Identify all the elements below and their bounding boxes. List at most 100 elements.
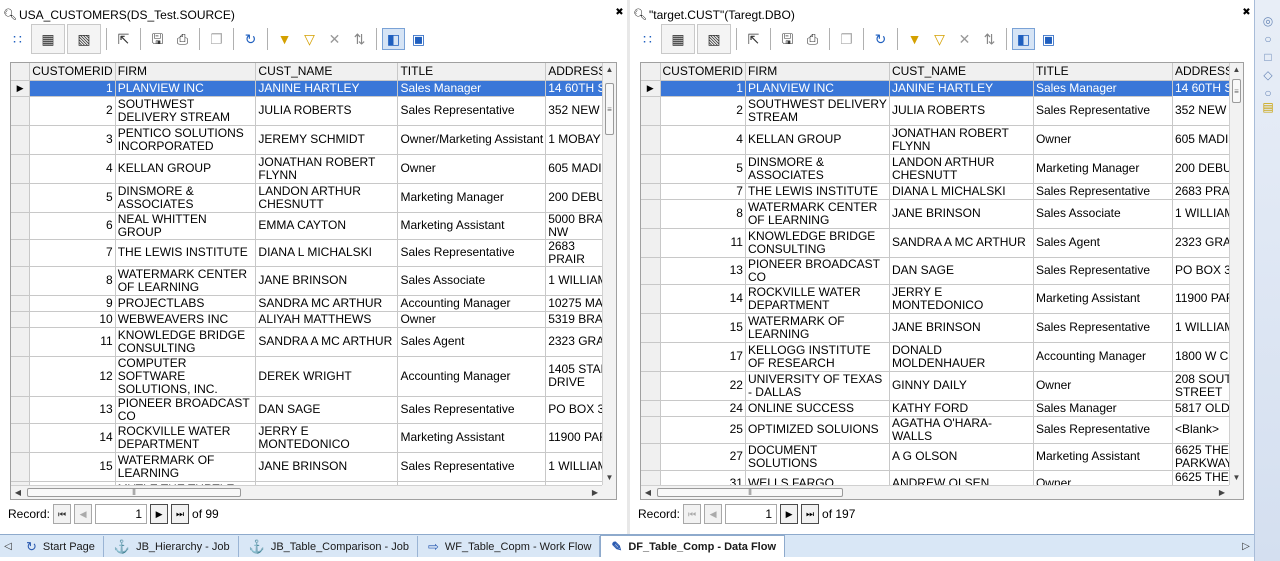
cell-title[interactable]: Accounting Manager xyxy=(1033,342,1173,372)
table-row[interactable]: 4 KELLAN GROUP JONATHAN ROBERT FLYNN Owner 6… xyxy=(641,125,1243,155)
table-row[interactable]: 9 PROJECTLABS SANDRA MC ARTHUR Accounting M… xyxy=(11,295,616,312)
cell-firm[interactable]: PLANVIEW INC xyxy=(745,80,890,97)
scroll-up-icon[interactable]: ▲ xyxy=(603,63,616,77)
cell-title[interactable]: Marketing Manager xyxy=(1033,154,1173,184)
dock-item-icon[interactable]: ○ xyxy=(1261,86,1275,100)
cell-customerid[interactable]: 13 xyxy=(660,257,746,285)
cell-firm[interactable]: DOCUMENT SOLUTIONS xyxy=(745,443,890,471)
cell-title[interactable]: Marketing Assistant xyxy=(1033,284,1173,314)
row-indicator[interactable] xyxy=(11,423,31,453)
data-grid[interactable]: CUSTOMERID FIRM CUST_NAME TITLE ADDRESS … xyxy=(10,62,617,500)
cell-customerid[interactable]: 1 xyxy=(29,80,116,97)
cell-cust-name[interactable]: JANE BRINSON xyxy=(889,199,1034,229)
row-indicator[interactable] xyxy=(641,125,661,155)
record-number-input[interactable]: 1 xyxy=(95,504,148,524)
previous-record-button[interactable]: ◀ xyxy=(74,504,93,524)
cell-title[interactable]: Sales Agent xyxy=(1033,228,1173,258)
cell-firm[interactable]: KNOWLEDGE BRIDGE CONSULTING xyxy=(115,327,257,357)
cell-firm[interactable]: SOUTHWEST DELIVERY STREAM xyxy=(115,96,257,126)
cell-firm[interactable]: KNOWLEDGE BRIDGE CONSULTING xyxy=(745,228,890,258)
cell-firm[interactable]: COMPUTER SOFTWARE SOLUTIONS, INC. xyxy=(115,356,257,397)
cell-customerid[interactable]: 4 xyxy=(660,125,746,155)
row-indicator[interactable] xyxy=(641,400,661,417)
scroll-down-icon[interactable]: ▼ xyxy=(1230,471,1243,485)
cell-title[interactable]: Sales Representative xyxy=(1033,183,1173,200)
scroll-right-icon[interactable]: ▶ xyxy=(588,486,602,499)
table-row[interactable]: 2 SOUTHWEST DELIVERY STREAM JULIA ROBERTS S… xyxy=(11,96,616,126)
table-row[interactable]: 5 DINSMORE & ASSOCIATES LANDON ARTHUR CHES… xyxy=(11,183,616,213)
first-record-button[interactable]: ⏮︎ xyxy=(53,504,72,524)
diff-icon[interactable]: ▣ xyxy=(1037,28,1060,50)
cell-cust-name[interactable]: LANDON ARTHUR CHESNUTT xyxy=(889,154,1034,184)
cell-customerid[interactable]: 15 xyxy=(660,313,746,343)
refresh-icon[interactable]: ↻ xyxy=(239,28,262,50)
cell-title[interactable]: Owner xyxy=(397,154,547,184)
column-header[interactable]: TITLE xyxy=(397,63,547,81)
cell-title[interactable]: Owner/Marketing Assistant xyxy=(397,125,547,155)
cell-customerid[interactable]: 27 xyxy=(660,443,746,471)
table-row[interactable]: 13 PIONEER BROADCAST CO DAN SAGE Sales Repr… xyxy=(11,396,616,424)
scroll-thumb[interactable]: ≡ xyxy=(1232,79,1241,103)
last-record-button[interactable]: ⏭︎ xyxy=(801,504,820,524)
cell-customerid[interactable]: 3 xyxy=(29,125,116,155)
tab-item[interactable]: ↻ Start Page xyxy=(16,536,104,557)
cell-firm[interactable]: WATERMARK OF LEARNING xyxy=(115,452,257,482)
cell-customerid[interactable]: 7 xyxy=(29,239,116,267)
table-row[interactable]: 7 THE LEWIS INSTITUTE DIANA L MICHALSKI Sal… xyxy=(11,239,616,267)
filter-add-icon[interactable]: ▽ xyxy=(928,28,951,50)
row-indicator[interactable] xyxy=(11,183,31,213)
tab-item[interactable]: ⚓ JB_Table_Comparison - Job xyxy=(239,536,418,557)
dock-item-icon[interactable]: ◇ xyxy=(1261,68,1275,82)
cell-firm[interactable]: KELLAN GROUP xyxy=(745,125,890,155)
cell-customerid[interactable]: 5 xyxy=(660,154,746,184)
cell-cust-name[interactable]: SANDRA A MC ARTHUR xyxy=(889,228,1034,258)
table-row[interactable]: ▶ 1 PLANVIEW INC JANINE HARTLEY Sales Manage… xyxy=(11,79,616,97)
cell-customerid[interactable]: 11 xyxy=(29,327,116,357)
row-indicator[interactable]: ▶ xyxy=(11,80,31,97)
copy-icon[interactable]: ❐ xyxy=(835,28,858,50)
cell-title[interactable]: Accounting Manager xyxy=(397,356,547,397)
cell-title[interactable]: Sales Representative xyxy=(397,396,547,424)
cell-title[interactable]: Sales Manager xyxy=(1033,80,1173,97)
tab-item[interactable]: ⇨ WF_Table_Copm - Work Flow xyxy=(418,536,601,557)
row-indicator[interactable] xyxy=(641,443,661,471)
cell-cust-name[interactable]: JERRY E MONTEDONICO xyxy=(255,423,399,453)
table-row[interactable]: 24 ONLINE SUCCESS KATHY FORD Sales Manager 5… xyxy=(641,400,1243,417)
cell-customerid[interactable]: 11 xyxy=(660,228,746,258)
cell-firm[interactable]: PIONEER BROADCAST CO xyxy=(745,257,890,285)
row-indicator[interactable] xyxy=(641,416,661,444)
row-indicator[interactable] xyxy=(11,396,31,424)
cell-cust-name[interactable]: DEREK WRIGHT xyxy=(255,356,399,397)
table-row[interactable]: 27 DOCUMENT SOLUTIONS A G OLSON Marketing A… xyxy=(641,443,1243,471)
cell-firm[interactable]: UNIVERSITY OF TEXAS - DALLAS xyxy=(745,371,890,401)
print-icon[interactable]: ⎙ xyxy=(801,28,824,50)
row-indicator[interactable] xyxy=(11,311,31,328)
print-icon[interactable]: ⎙ xyxy=(171,28,194,50)
table-view-button[interactable]: ▦ xyxy=(661,24,695,54)
cell-customerid[interactable]: 25 xyxy=(660,416,746,444)
cell-firm[interactable]: PIONEER BROADCAST CO xyxy=(115,396,257,424)
cell-title[interactable]: Sales Representative xyxy=(397,96,547,126)
table-row[interactable]: 2 SOUTHWEST DELIVERY STREAM JULIA ROBERTS S… xyxy=(641,96,1243,126)
record-number-input[interactable]: 1 xyxy=(725,504,778,524)
cell-customerid[interactable]: 5 xyxy=(29,183,116,213)
cell-customerid[interactable]: 24 xyxy=(660,400,746,417)
cell-title[interactable]: Marketing Assistant xyxy=(1033,443,1173,471)
cell-title[interactable]: Sales Representative xyxy=(1033,257,1173,285)
column-header[interactable]: CUST_NAME xyxy=(889,63,1034,81)
scroll-left-icon[interactable]: ◀ xyxy=(641,486,655,499)
cell-customerid[interactable]: 9 xyxy=(29,295,116,312)
row-indicator[interactable] xyxy=(641,228,661,258)
cell-customerid[interactable]: 2 xyxy=(660,96,746,126)
tab-item[interactable]: ⚓ JB_Hierarchy - Job xyxy=(104,536,239,557)
cell-customerid[interactable]: 8 xyxy=(29,266,116,296)
cell-customerid[interactable]: 14 xyxy=(29,423,116,453)
cell-cust-name[interactable]: GINNY DAILY xyxy=(889,371,1034,401)
grid-dots-icon[interactable]: ∷ xyxy=(636,28,659,50)
table-row[interactable]: 5 DINSMORE & ASSOCIATES LANDON ARTHUR CHES… xyxy=(641,154,1243,184)
horizontal-scrollbar[interactable]: ◀ ⦀ ▶ xyxy=(641,485,1229,499)
first-record-button[interactable]: ⏮︎ xyxy=(683,504,702,524)
table-view-alt-button[interactable]: ▧ xyxy=(697,24,731,54)
cell-firm[interactable]: DINSMORE & ASSOCIATES xyxy=(745,154,890,184)
row-indicator[interactable] xyxy=(641,183,661,200)
